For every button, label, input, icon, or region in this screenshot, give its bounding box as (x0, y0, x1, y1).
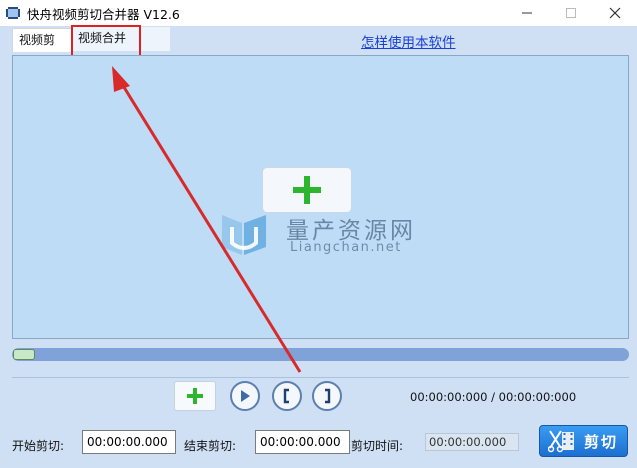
start-cut-label: 开始剪切: (12, 439, 65, 453)
cut-duration-label: 剪切时间: (351, 439, 404, 453)
mark-out-button[interactable] (312, 381, 342, 411)
end-cut-label: 结束剪切: (184, 439, 237, 453)
time-display: 00:00:00:000 / 00:00:00:000 (410, 390, 577, 404)
plus-icon (293, 176, 321, 204)
start-cut-input[interactable] (82, 430, 176, 454)
cut-button-label: 剪切 (584, 432, 619, 451)
watermark-url: Liangchan.net (290, 240, 402, 255)
minimize-button[interactable] (505, 0, 549, 26)
cut-button[interactable]: 剪切 (539, 425, 628, 457)
add-file-button[interactable] (174, 381, 216, 411)
window-title: 快舟视频剪切合并器 V12.6 (27, 7, 180, 22)
minimize-icon (522, 12, 532, 14)
help-link[interactable]: 怎样使用本软件 (361, 31, 456, 51)
app-icon (6, 7, 20, 19)
close-icon (609, 7, 621, 19)
maximize-button[interactable] (549, 0, 593, 26)
bracket-left-icon (283, 388, 289, 404)
maximize-icon (566, 8, 576, 18)
close-button[interactable] (593, 0, 637, 26)
add-video-button[interactable] (262, 167, 352, 213)
end-cut-input[interactable] (255, 430, 350, 454)
bracket-right-icon (325, 388, 331, 404)
plus-icon (187, 388, 203, 404)
title-bar: 快舟视频剪切合并器 V12.6 (0, 0, 637, 26)
mark-in-button[interactable] (272, 381, 302, 411)
play-button[interactable] (230, 381, 260, 411)
annotation-highlight-box (71, 25, 141, 59)
seek-progress-bar[interactable] (12, 348, 629, 361)
seek-handle[interactable] (13, 349, 35, 360)
scissors-film-icon (548, 430, 574, 453)
cut-duration-value: 00:00:00.000 (425, 433, 519, 451)
play-icon (241, 390, 250, 402)
tab-video-cut[interactable]: 视频剪切 (12, 28, 72, 69)
watermark-logo-icon (222, 215, 266, 255)
